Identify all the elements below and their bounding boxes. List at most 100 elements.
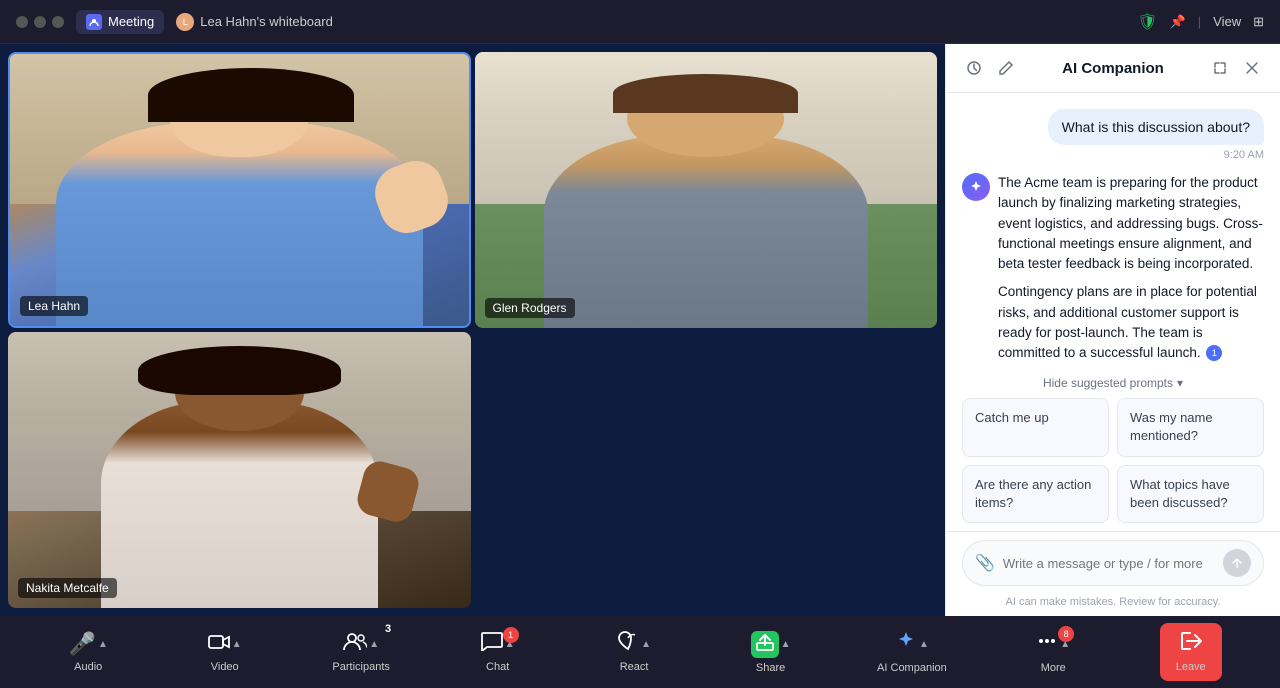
participants-label: Participants — [332, 661, 389, 673]
hide-prompts-label: Hide suggested prompts — [1043, 376, 1173, 390]
user-message-container: What is this discussion about? 9:20 AM — [962, 109, 1264, 161]
prompt-catch-me-up[interactable]: Catch me up — [962, 398, 1109, 456]
ai-companion-toolbar-icon — [895, 630, 917, 658]
toolbar-more[interactable]: 8 ▲ More — [1023, 630, 1083, 674]
ai-header-right-icons — [1208, 56, 1264, 80]
toolbar-react[interactable]: ▲ React — [604, 631, 664, 673]
chevron-down-icon: ▾ — [1177, 376, 1183, 390]
send-button[interactable] — [1223, 549, 1251, 577]
participants-count: 3 — [385, 623, 391, 635]
window-min-dot[interactable] — [34, 16, 46, 28]
toolbar-chat[interactable]: 1 ▲ Chat — [468, 631, 528, 673]
edit-icon[interactable] — [994, 56, 1018, 80]
share-icon-wrap: ▲ — [751, 631, 791, 658]
video-cell-glen[interactable]: Glen Rodgers — [475, 52, 938, 328]
video-cell-empty — [475, 332, 938, 608]
react-label: React — [620, 661, 649, 673]
ai-response-p2: Contingency plans are in place for poten… — [998, 282, 1264, 363]
hide-prompts-button[interactable]: Hide suggested prompts ▾ — [962, 376, 1264, 390]
whiteboard-label: Lea Hahn's whiteboard — [200, 14, 333, 29]
ai-message-container: The Acme team is preparing for the produ… — [962, 173, 1264, 368]
video-icon-wrap: ▲ — [208, 631, 242, 657]
video-area: Lea Hahn Glen Rodgers — [0, 44, 945, 616]
ai-companion-caret: ▲ — [919, 639, 929, 650]
chat-icon-wrap: 1 ▲ — [481, 631, 515, 657]
more-label: More — [1041, 662, 1066, 674]
share-icon — [751, 631, 779, 658]
react-caret: ▲ — [641, 639, 651, 650]
react-icon — [617, 631, 639, 657]
ai-header-left-icons — [962, 56, 1018, 80]
message-input[interactable] — [1003, 556, 1215, 571]
window-close-dot[interactable] — [16, 16, 28, 28]
participants-icon — [343, 631, 367, 657]
participant-name-lea: Lea Hahn — [20, 296, 88, 316]
participants-caret: ▲ — [369, 639, 379, 650]
audio-icon-wrap: 🎤 ▲ — [69, 631, 108, 657]
more-icon — [1036, 630, 1058, 658]
pin-icon: 📌 — [1170, 14, 1186, 30]
meeting-icon — [86, 14, 102, 30]
more-badge: 8 — [1058, 626, 1074, 642]
title-bar-right: 🛡 📌 | View ⊞ — [1137, 12, 1264, 32]
toolbar-participants[interactable]: 3 ▲ Participants — [331, 631, 391, 673]
ai-companion-header: AI Companion — [946, 44, 1280, 93]
toolbar-video[interactable]: ▲ Video — [195, 631, 255, 673]
audio-icon: 🎤 — [69, 631, 96, 657]
ai-response-p1: The Acme team is preparing for the produ… — [998, 173, 1264, 274]
video-label: Video — [211, 661, 239, 673]
chat-icon — [481, 631, 503, 657]
window-max-dot[interactable] — [52, 16, 64, 28]
prompt-action-items[interactable]: Are there any action items? — [962, 465, 1109, 523]
message-input-area: 📎 — [946, 531, 1280, 590]
expand-icon[interactable] — [1208, 56, 1232, 80]
video-icon — [208, 631, 230, 657]
toolbar-leave[interactable]: Leave — [1160, 623, 1222, 681]
ai-companion-label: AI Companion — [877, 662, 947, 674]
whiteboard-link[interactable]: L Lea Hahn's whiteboard — [176, 13, 333, 31]
whiteboard-avatar: L — [176, 13, 194, 31]
source-inline-badge: 1 — [1206, 345, 1222, 361]
react-icon-wrap: ▲ — [617, 631, 651, 657]
shield-icon: 🛡 — [1137, 12, 1157, 32]
meeting-badge[interactable]: Meeting — [76, 10, 164, 34]
toolbar-audio[interactable]: 🎤 ▲ Audio — [58, 631, 118, 673]
attachment-icon[interactable]: 📎 — [975, 553, 995, 573]
close-icon[interactable] — [1240, 56, 1264, 80]
leave-icon — [1180, 631, 1202, 657]
video-cell-nakita[interactable]: Nakita Metcalfe — [8, 332, 471, 608]
ai-companion-icon-wrap: ▲ — [895, 630, 929, 658]
separator: | — [1198, 14, 1201, 29]
ai-avatar — [962, 173, 990, 201]
ai-disclaimer: AI can make mistakes. Review for accurac… — [946, 590, 1280, 616]
toolbar-ai-companion[interactable]: ▲ AI Companion — [877, 630, 947, 674]
chat-label: Chat — [486, 661, 509, 673]
audio-caret: ▲ — [98, 639, 108, 650]
user-message-time: 9:20 AM — [1224, 149, 1264, 161]
toolbar-share[interactable]: ▲ Share — [741, 631, 801, 674]
participants-icon-wrap: 3 ▲ — [343, 631, 379, 657]
share-label: Share — [756, 662, 785, 674]
prompt-was-my-name[interactable]: Was my name mentioned? — [1117, 398, 1264, 456]
main-content: Lea Hahn Glen Rodgers — [0, 44, 1280, 616]
meeting-label: Meeting — [108, 14, 154, 29]
prompts-grid: Catch me up Was my name mentioned? Are t… — [962, 398, 1264, 523]
more-icon-wrap: 8 ▲ — [1036, 630, 1070, 658]
video-caret: ▲ — [232, 639, 242, 650]
suggested-prompts-section: Hide suggested prompts ▾ Catch me up Was… — [946, 368, 1280, 531]
prompt-topics-discussed[interactable]: What topics have been discussed? — [1117, 465, 1264, 523]
share-caret: ▲ — [781, 639, 791, 650]
ai-companion-title: AI Companion — [1026, 60, 1200, 77]
video-cell-lea[interactable]: Lea Hahn — [8, 52, 471, 328]
history-icon[interactable] — [962, 56, 986, 80]
ai-companion-sidebar: AI Companion What is this discussion abo… — [945, 44, 1280, 616]
ai-message-content: The Acme team is preparing for the produ… — [998, 173, 1264, 368]
bottom-toolbar: 🎤 ▲ Audio ▲ Video — [0, 616, 1280, 688]
participant-name-nakita: Nakita Metcalfe — [18, 578, 117, 598]
audio-label: Audio — [74, 661, 102, 673]
messages-area: What is this discussion about? 9:20 AM T… — [946, 93, 1280, 368]
title-bar: Meeting L Lea Hahn's whiteboard 🛡 📌 | Vi… — [0, 0, 1280, 44]
view-label[interactable]: View — [1213, 14, 1241, 29]
message-input-box: 📎 — [962, 540, 1264, 586]
chat-badge: 1 — [503, 627, 519, 643]
